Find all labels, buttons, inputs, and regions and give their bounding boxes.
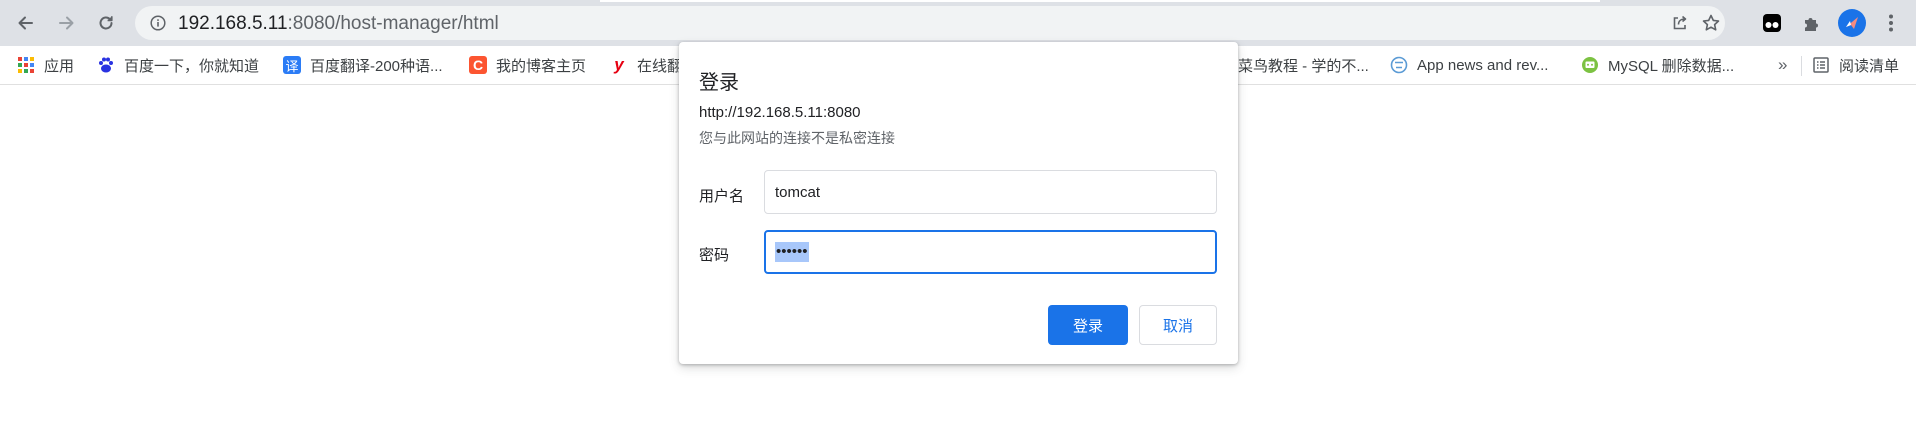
extension-button[interactable]	[1757, 8, 1787, 38]
star-icon[interactable]	[1701, 13, 1721, 33]
bookmark-label: 菜鸟教程 - 学的不...	[1238, 57, 1369, 75]
password-field[interactable]: ••••••	[764, 230, 1217, 274]
bookmark-runoob[interactable]: 菜鸟教程 - 学的不...	[1238, 54, 1369, 76]
bookmark-blog[interactable]: C 我的博客主页	[469, 54, 586, 76]
username-label: 用户名	[699, 188, 745, 205]
username-field[interactable]: tomcat	[764, 170, 1217, 214]
forward-button[interactable]	[51, 8, 81, 38]
password-label: 密码	[699, 247, 730, 264]
url-text[interactable]: 192.168.5.11:8080/host-manager/html	[178, 14, 499, 33]
mysql-site-icon	[1581, 56, 1599, 74]
bookmarks-overflow-button[interactable]: »	[1778, 54, 1787, 76]
active-tab-edge	[600, 0, 1600, 2]
back-button[interactable]	[11, 8, 41, 38]
reading-list-button[interactable]: 阅读清单	[1812, 54, 1899, 76]
baidu-paw-icon	[97, 56, 115, 74]
browser-toolbar: 192.168.5.11:8080/host-manager/html	[0, 0, 1916, 46]
bookmark-label: 应用	[44, 57, 75, 75]
bookmark-label: App news and rev...	[1417, 56, 1549, 74]
dialog-title: 登录	[699, 72, 739, 94]
bookmark-label: 在线翻	[637, 57, 683, 75]
sign-in-button[interactable]: 登录	[1048, 305, 1128, 345]
bookmark-baidu-translate[interactable]: 译 百度翻译-200种语...	[283, 54, 443, 76]
extensions-menu-button[interactable]	[1797, 8, 1827, 38]
bookmark-mysql[interactable]: MySQL 删除数据...	[1581, 54, 1734, 76]
bookmark-label: MySQL 删除数据...	[1608, 57, 1735, 75]
arrow-left-icon	[18, 16, 33, 30]
reload-button[interactable]	[91, 8, 121, 38]
info-icon[interactable]	[150, 15, 166, 31]
bookmarks-divider	[1801, 56, 1802, 76]
translate-icon: 译	[283, 56, 301, 75]
insecure-connection-warning: 您与此网站的连接不是私密连接	[699, 130, 895, 146]
arrow-right-icon	[59, 16, 74, 30]
profile-bird-icon	[1846, 17, 1858, 29]
reading-list-icon	[1812, 56, 1830, 74]
bookmark-label: 我的博客主页	[496, 57, 587, 75]
address-bar[interactable]: 192.168.5.11:8080/host-manager/html	[135, 6, 1725, 40]
auth-dialog: 登录 http://192.168.5.11:8080 您与此网站的连接不是私密…	[679, 42, 1238, 364]
csdn-c-icon: C	[469, 56, 487, 74]
reload-icon	[99, 16, 113, 30]
reading-list-label: 阅读清单	[1839, 57, 1900, 75]
bookmark-label: 百度翻译-200种语...	[310, 57, 443, 75]
profile-avatar[interactable]	[1838, 9, 1866, 37]
app-news-icon	[1390, 56, 1408, 74]
youdao-y-icon: y	[614, 55, 624, 74]
bookmark-label: 百度一下，你就知道	[124, 57, 260, 75]
username-value: tomcat	[775, 183, 821, 201]
bookmark-online-translate[interactable]: y 在线翻	[610, 54, 682, 76]
tampermonkey-icon	[1763, 14, 1781, 32]
bookmark-app-news[interactable]: App news and rev...	[1390, 54, 1548, 76]
url-path: :8080/host-manager/html	[287, 13, 499, 34]
kebab-menu-icon	[1889, 14, 1893, 32]
url-host: 192.168.5.11	[178, 13, 288, 34]
apps-grid-icon	[17, 56, 35, 74]
puzzle-icon	[1805, 18, 1818, 31]
cancel-button[interactable]: 取消	[1139, 305, 1217, 345]
bookmark-baidu[interactable]: 百度一下，你就知道	[97, 54, 259, 76]
browser-menu-button[interactable]	[1876, 8, 1906, 38]
password-value: ••••••	[775, 242, 809, 262]
share-icon[interactable]	[1671, 14, 1689, 32]
bookmark-apps[interactable]: 应用	[17, 54, 74, 76]
dialog-origin: http://192.168.5.11:8080	[699, 104, 861, 121]
